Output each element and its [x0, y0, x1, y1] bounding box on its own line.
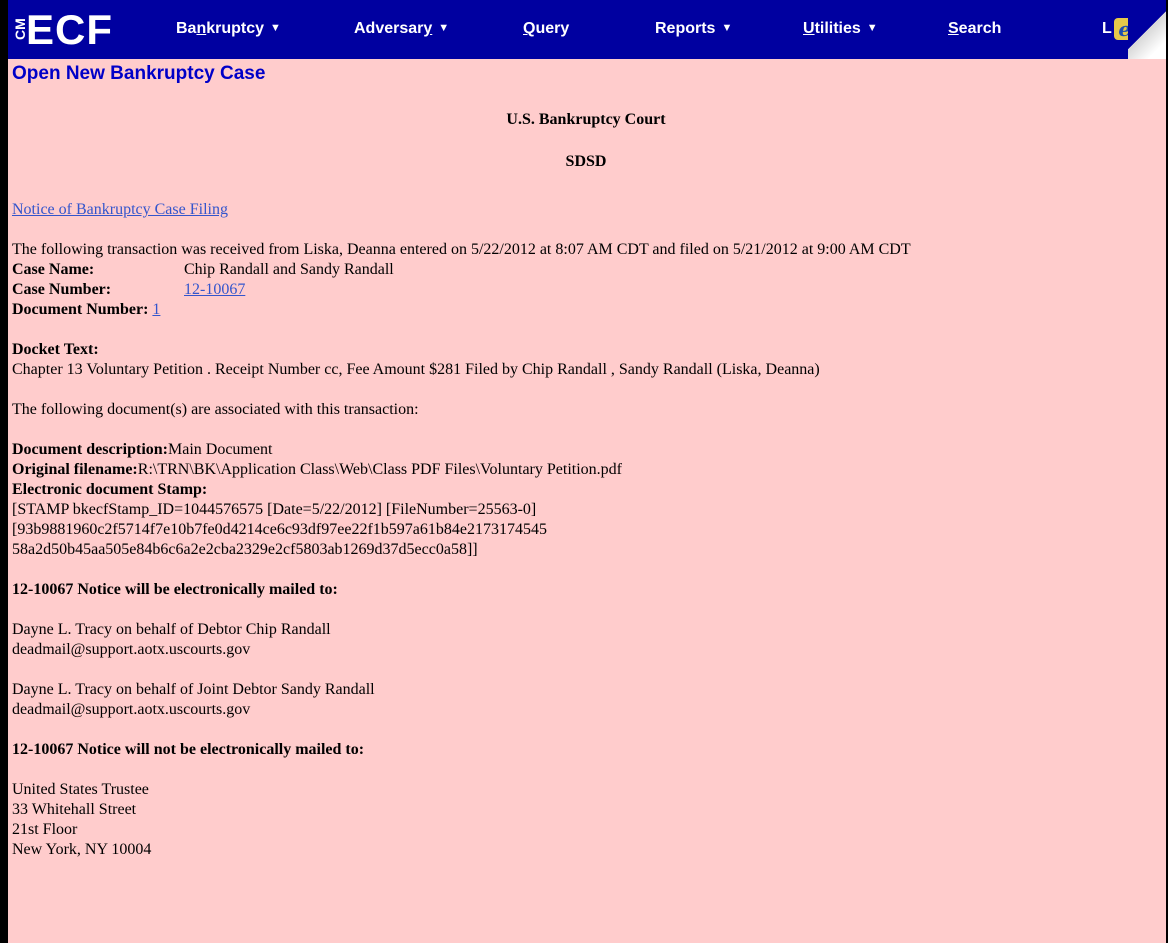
menu-utilities[interactable]: Utilities ▼ — [803, 20, 878, 38]
menu-label: uery — [535, 20, 570, 37]
stamp-line: 58a2d50b45aa505e84b6c6a2e2cba2329e2cf580… — [12, 541, 478, 558]
menu-accelerator: n — [196, 20, 207, 37]
page-title: Open New Bankruptcy Case — [12, 63, 266, 84]
district-name: SDSD — [565, 153, 607, 170]
menu-search[interactable]: Search — [948, 20, 1001, 38]
document-number-label: Document Number: — [12, 301, 149, 318]
document-number-row: Document Number: 1 — [12, 300, 1160, 320]
mailed-heading: 12-10067 Notice will be electronically m… — [12, 581, 338, 598]
menu-accelerator: U — [803, 20, 815, 37]
caret-down-icon: ▼ — [866, 22, 878, 34]
menu-label: tilities — [814, 20, 861, 37]
logo-prefix: CM — [12, 17, 28, 40]
caret-down-icon: ▼ — [721, 22, 733, 34]
orig-filename-row: Original filename:R:\TRN\BK\Application … — [12, 460, 1160, 480]
cmecf-logo[interactable]: CM ECF — [10, 2, 113, 57]
menu-label: Adversar — [354, 20, 424, 37]
menu-label: earch — [958, 20, 1002, 37]
case-number-label: Case Number: — [12, 281, 112, 298]
menu-reports[interactable]: Reports ▼ — [655, 20, 732, 38]
case-number-row: Case Number: 12-10067 — [12, 280, 1160, 300]
court-name: U.S. Bankruptcy Court — [506, 111, 666, 128]
menu-accelerator: Q — [523, 20, 536, 37]
stamp-label: Electronic document Stamp: — [12, 481, 208, 498]
case-number-link[interactable]: 12-10067 — [184, 280, 245, 300]
recipient-name: Dayne L. Tracy on behalf of Debtor Chip … — [12, 621, 331, 638]
caret-down-icon: ▼ — [438, 22, 450, 34]
menu-adversary[interactable]: Adversary ▼ — [354, 20, 449, 38]
caret-down-icon: ▼ — [270, 22, 281, 34]
page-curl-icon — [1128, 0, 1168, 59]
address-line: 21st Floor — [12, 821, 78, 838]
address-line: 33 Whitehall Street — [12, 801, 137, 818]
notice-of-filing-link[interactable]: Notice of Bankruptcy Case Filing — [12, 201, 228, 218]
case-name-value: Chip Randall and Sandy Randall — [184, 261, 394, 278]
recipient-email: deadmail@support.aotx.uscourts.gov — [12, 701, 251, 718]
orig-filename-value: R:\TRN\BK\Application Class\Web\Class PD… — [137, 461, 622, 478]
menu-bankruptcy[interactable]: Bankruptcy ▼ — [176, 20, 281, 38]
stamp-line: [STAMP bkecfStamp_ID=1044576575 [Date=5/… — [12, 501, 537, 518]
logo-text: ECF — [26, 5, 113, 53]
orig-filename-label: Original filename: — [12, 461, 138, 478]
menu-label: Reports — [655, 20, 716, 37]
case-name-row: Case Name: Chip Randall and Sandy Randal… — [12, 260, 1160, 280]
menu-bar: CM ECF Bankruptcy ▼ Adversary ▼ Query Repo… — [0, 0, 1168, 59]
menu-accelerator: S — [948, 20, 959, 37]
recipient-email: deadmail@support.aotx.uscourts.gov — [12, 641, 251, 658]
doc-description-row: Document description:Main Document — [12, 440, 1160, 460]
address-line: United States Trustee — [12, 781, 149, 798]
menu-label: Ba — [176, 20, 197, 37]
transaction-line: The following transaction was received f… — [12, 241, 911, 258]
docket-text-label: Docket Text: — [12, 341, 99, 358]
docket-text: Chapter 13 Voluntary Petition . Receipt … — [12, 361, 820, 378]
menu-label: kruptcy — [206, 20, 265, 37]
not-mailed-heading: 12-10067 Notice will not be electronical… — [12, 741, 365, 758]
notice-content: U.S. Bankruptcy Court SDSD Notice of Ban… — [12, 110, 1160, 860]
associated-docs-text: The following document(s) are associated… — [12, 401, 419, 418]
menu-accelerator: y — [423, 20, 433, 37]
menu-query[interactable]: Query — [523, 20, 569, 38]
case-name-label: Case Name: — [12, 261, 95, 278]
logout-label-start: L — [1102, 20, 1112, 37]
recipient-name: Dayne L. Tracy on behalf of Joint Debtor… — [12, 681, 375, 698]
doc-description-label: Document description: — [12, 441, 168, 458]
stamp-line: [93b9881960c2f5714f7e10b7fe0d4214ce6c93d… — [12, 521, 547, 538]
address-line: New York, NY 10004 — [12, 841, 152, 858]
doc-description-value: Main Document — [167, 441, 273, 458]
document-number-link[interactable]: 1 — [152, 300, 160, 320]
